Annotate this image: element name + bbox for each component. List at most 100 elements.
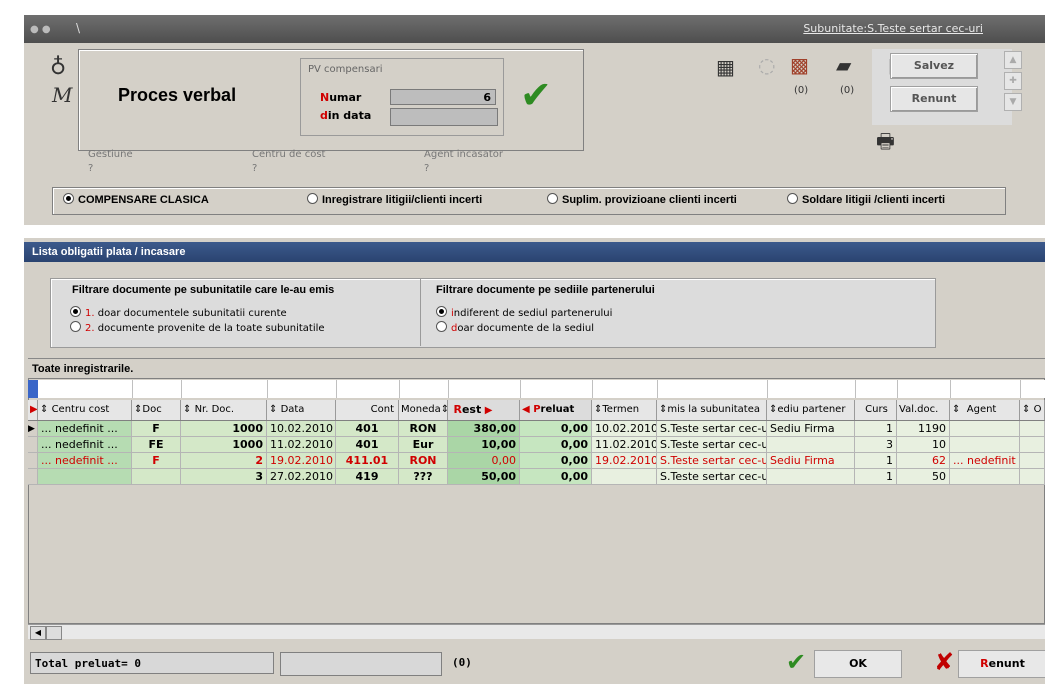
filter-cell[interactable] [336,380,400,398]
filter-cell[interactable] [448,380,521,398]
table-cell-curs[interactable]: 3 [855,437,897,453]
filter-cell[interactable] [520,380,593,398]
ok-check-icon[interactable]: ✔ [786,648,806,676]
scroll-thumb[interactable] [46,626,62,640]
col-centru-cost[interactable]: ⇕ Centru cost [38,400,132,420]
table-cell-termen[interactable]: 11.02.2010 [592,437,657,453]
col-curs[interactable]: Curs [855,400,897,420]
table-cell-val[interactable]: 50 [897,469,950,485]
horizontal-scrollbar[interactable]: ◀ [28,624,1045,640]
filter-cell[interactable] [181,380,268,398]
gestiune-value[interactable]: ? [88,163,93,174]
table-cell-extra[interactable] [1020,453,1045,469]
table-cell-cont[interactable]: 419 [336,469,399,485]
table-cell-preluat[interactable]: 0,00 [520,453,592,469]
table-cell-agent[interactable] [950,421,1020,437]
col-sediu[interactable]: ⇕ediu partener [767,400,855,420]
grid-filter-row[interactable] [38,380,1045,398]
col-doc[interactable]: ⇕Doc [132,400,181,420]
filter-cell[interactable] [267,380,337,398]
table-cell-termen[interactable] [592,469,657,485]
col-cont[interactable]: Cont [336,400,399,420]
table-cell-moneda[interactable]: RON [399,421,448,437]
filter-cell[interactable] [132,380,182,398]
arrow-up-icon[interactable]: ▲ [1004,51,1022,69]
table-cell-doc[interactable]: F [132,421,181,437]
table-cell-centru[interactable] [38,469,132,485]
table-row[interactable]: ... nedefinit ... FE 1000 11.02.2010 401 Eur 1… [28,437,1045,453]
radio-icon[interactable] [307,193,318,204]
table-row[interactable]: 3 27.02.2010 419??? 50,00 0,00 S.Teste sertar… [28,469,1045,485]
row-selector[interactable] [28,453,38,469]
table-cell-nr[interactable]: 2 [181,453,267,469]
radio-selected-icon[interactable] [63,193,74,204]
row-selector[interactable] [28,437,38,453]
table-cell-doc[interactable]: FE [132,437,181,453]
col-subunitate[interactable]: ⇕mis la subunitatea [657,400,767,420]
table-cell-preluat[interactable]: 0,00 [520,469,592,485]
numar-field[interactable]: 6 [390,89,496,105]
table-cell-centru[interactable]: ... nedefinit ... [38,453,132,469]
table-row[interactable]: ▶... nedefinit ... F 1000 10.02.2010 401 RON 3… [28,421,1045,437]
filter1-option-2[interactable]: 2. documente provenite de la toate subun… [70,321,325,334]
table-cell-agent[interactable]: ... nedefinit .. [950,453,1020,469]
table-cell-termen[interactable]: 10.02.2010 [592,421,657,437]
table-cell-subunit[interactable]: S.Teste sertar cec-u [657,437,767,453]
table-cell-cont[interactable]: 401 [336,437,399,453]
ok-button[interactable]: OK [814,650,902,678]
filter-cell[interactable] [399,380,449,398]
calendar-edit-icon[interactable]: ▦ [716,55,735,79]
salvez-button[interactable]: Salvez [890,53,978,79]
table-cell-preluat[interactable]: 0,00 [520,437,592,453]
table-cell-sediu[interactable]: Sediu Firma [767,453,855,469]
data-field[interactable] [390,108,498,126]
renunt-button[interactable]: Renunt [890,86,978,112]
filter-cell[interactable] [897,380,951,398]
table-cell-centru[interactable]: ... nedefinit ... [38,421,132,437]
table-cell-subunit[interactable]: S.Teste sertar cec-u [657,453,767,469]
col-other[interactable]: ⇕ O [1020,400,1045,420]
table-cell-val[interactable]: 10 [897,437,950,453]
agent-value[interactable]: ? [424,163,429,174]
table-cell-data[interactable]: 10.02.2010 [267,421,336,437]
table-cell-subunit[interactable]: S.Teste sertar cec-u [657,421,767,437]
radio-selected-icon[interactable] [70,306,81,317]
table-cell-curs[interactable]: 1 [855,421,897,437]
table-cell-nr[interactable]: 1000 [181,437,267,453]
table-cell-extra[interactable] [1020,437,1045,453]
lightbulb-icon[interactable]: ◌ [758,53,775,77]
mode-option-4[interactable]: Soldare litigii /clienti incerti [787,193,945,206]
table-cell-agent[interactable] [950,437,1020,453]
table-cell-extra[interactable] [1020,469,1045,485]
radio-icon[interactable] [787,193,798,204]
scroll-left-icon[interactable]: ◀ [30,626,46,640]
table-cell-sediu[interactable]: Sediu Firma [767,421,855,437]
mode-option-3[interactable]: Suplim. provizioane clienti incerti [547,193,737,206]
table-cell-rest[interactable]: 10,00 [448,437,520,453]
cancel-x-icon[interactable]: ✘ [934,648,954,676]
mode-option-2[interactable]: Inregistrare litigii/clienti incerti [307,193,482,206]
radio-icon[interactable] [70,321,81,332]
filter-cell[interactable] [657,380,768,398]
radio-icon[interactable] [547,193,558,204]
table-cell-moneda[interactable]: ??? [399,469,448,485]
table-cell-sediu[interactable] [767,437,855,453]
filter1-option-1[interactable]: 1. doar documentele subunitatii curente [70,306,287,319]
folder-icon[interactable]: ▰ [836,53,851,77]
filter-cell[interactable] [767,380,856,398]
table-cell-preluat[interactable]: 0,00 [520,421,592,437]
window-controls-icon[interactable]: ● ● [30,24,51,35]
col-moneda[interactable]: Moneda⇕ [399,400,448,420]
confirm-check-icon[interactable]: ✔ [520,73,552,117]
table-cell-rest[interactable]: 380,00 [448,421,520,437]
table-cell-nr[interactable]: 3 [181,469,267,485]
table-cell-cont[interactable]: 401 [336,421,399,437]
table-cell-data[interactable]: 27.02.2010 [267,469,336,485]
filter2-option-1[interactable]: indiferent de sediul partenerului [436,306,612,319]
table-cell-rest[interactable]: 50,00 [448,469,520,485]
table-cell-cont[interactable]: 411.01 [336,453,399,469]
col-rest[interactable]: Rest ▶ [448,400,520,420]
table-cell-nr[interactable]: 1000 [181,421,267,437]
printer-icon[interactable]: 🖶 [876,127,895,161]
arrow-down-icon[interactable]: ▼ [1004,93,1022,111]
